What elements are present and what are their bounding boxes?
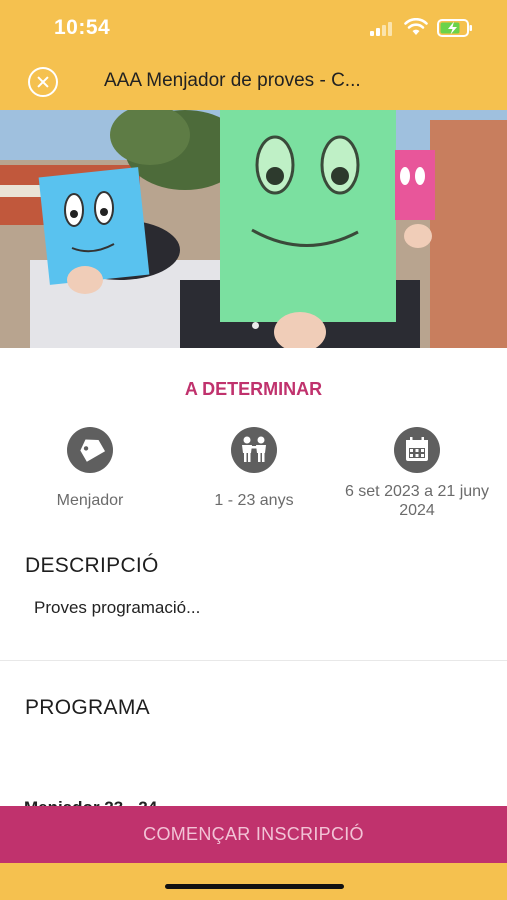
wifi-icon [404, 18, 428, 35]
info-dates: 6 set 2023 a 21 juny 2024 [337, 427, 497, 520]
status-time: 10:54 [54, 16, 111, 39]
date-range-label: 6 set 2023 a 21 juny 2024 [344, 483, 490, 519]
top-bar: 10:54 AAA Menjador de proves - C... [0, 0, 507, 110]
program-heading: PROGRAMA [25, 696, 150, 719]
battery-charging-icon [437, 19, 472, 37]
start-registration-button[interactable]: COMENÇAR INSCRIPCIÓ [0, 806, 507, 863]
age-range-label: 1 - 23 anys [214, 492, 294, 509]
description-heading: DESCRIPCIÓ [25, 554, 159, 577]
info-category: Menjador [10, 427, 170, 510]
section-divider [0, 660, 507, 661]
status-bar: 10:54 [0, 0, 507, 56]
page-title: AAA Menjador de proves - C... [104, 70, 361, 91]
children-icon [231, 427, 277, 473]
home-indicator[interactable] [165, 884, 344, 889]
price-label: A DETERMINAR [184, 379, 323, 399]
photo-illustration [0, 110, 507, 348]
activity-photo[interactable] [0, 110, 507, 348]
info-age: 1 - 23 anys [174, 427, 334, 510]
carousel-dot[interactable] [252, 322, 259, 329]
cellular-signal-icon [370, 22, 396, 36]
category-label: Menjador [56, 492, 124, 509]
tag-icon [67, 427, 113, 473]
close-icon[interactable] [28, 67, 58, 97]
description-text: Proves programació... [34, 598, 201, 617]
bottom-bar [0, 863, 507, 900]
calendar-icon [394, 427, 440, 473]
start-registration-label: COMENÇAR INSCRIPCIÓ [143, 824, 364, 844]
title-bar: AAA Menjador de proves - C... [0, 56, 507, 110]
